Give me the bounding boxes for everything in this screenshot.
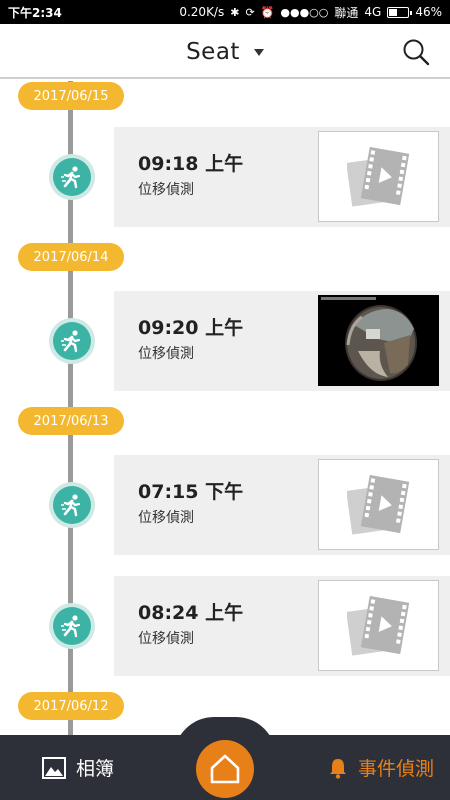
video-placeholder-icon bbox=[346, 595, 409, 656]
motion-badge bbox=[49, 482, 95, 528]
date-label: 2017/06/15 bbox=[18, 82, 124, 110]
event-thumbnail[interactable] bbox=[318, 131, 439, 222]
camera-snapshot[interactable] bbox=[318, 295, 439, 386]
event-time: 07:15 下午 bbox=[138, 481, 244, 503]
running-person-icon bbox=[53, 486, 91, 524]
signal-strength: ●●●○○ bbox=[280, 5, 329, 19]
device-title: Seat bbox=[186, 38, 240, 65]
bluetooth-icon: ✱ bbox=[230, 5, 240, 19]
bell-icon bbox=[329, 758, 346, 779]
home-button[interactable] bbox=[196, 740, 254, 798]
nav-album-label: 相簿 bbox=[76, 758, 115, 780]
running-person-icon bbox=[53, 322, 91, 360]
running-person-icon bbox=[53, 607, 91, 645]
video-placeholder-icon bbox=[346, 474, 409, 535]
battery-icon bbox=[387, 6, 413, 18]
event-card[interactable]: 09:20 上午 位移偵測 bbox=[114, 291, 450, 391]
battery-percent: 46% bbox=[415, 5, 442, 19]
dropdown-caret-icon bbox=[253, 49, 264, 56]
event-card[interactable]: 08:24 上午 位移偵測 bbox=[114, 576, 450, 676]
status-indicators: 0.20K/s ✱ ⟳ ⏰ ●●●○○ 聯通 4G 46% bbox=[179, 4, 442, 21]
app-header: Seat bbox=[0, 24, 450, 79]
motion-badge bbox=[49, 318, 95, 364]
battery-fill bbox=[389, 8, 398, 16]
fisheye-camera-image bbox=[318, 295, 439, 386]
motion-badge bbox=[49, 154, 95, 200]
video-placeholder-icon bbox=[346, 146, 409, 207]
alarm-icon: ⏰ bbox=[260, 5, 275, 19]
date-label: 2017/06/12 bbox=[18, 692, 124, 720]
date-label: 2017/06/13 bbox=[18, 407, 124, 435]
nav-events-button[interactable]: 事件偵測 bbox=[328, 754, 434, 781]
search-button[interactable] bbox=[402, 38, 430, 66]
event-card[interactable]: 09:18 上午 位移偵測 bbox=[114, 127, 450, 227]
status-bar: 下午2:34 0.20K/s ✱ ⟳ ⏰ ●●●○○ 聯通 4G 46% bbox=[0, 0, 450, 24]
event-type: 位移偵測 bbox=[138, 182, 194, 198]
home-icon bbox=[210, 754, 240, 784]
event-thumbnail[interactable] bbox=[318, 580, 439, 671]
nav-events-label: 事件偵測 bbox=[357, 758, 434, 780]
search-icon bbox=[403, 39, 430, 66]
rotation-icon: ⟳ bbox=[245, 5, 255, 19]
event-thumbnail[interactable] bbox=[318, 459, 439, 550]
carrier-name: 聯通 bbox=[334, 5, 359, 20]
date-label: 2017/06/14 bbox=[18, 243, 124, 271]
nav-album-button[interactable]: 相簿 bbox=[42, 754, 114, 781]
event-time: 09:20 上午 bbox=[138, 317, 244, 339]
event-type: 位移偵測 bbox=[138, 510, 194, 526]
event-time: 09:18 上午 bbox=[138, 153, 244, 175]
status-time: 下午2:34 bbox=[8, 5, 62, 20]
device-selector[interactable]: Seat bbox=[0, 24, 450, 79]
running-person-icon bbox=[53, 158, 91, 196]
network-speed: 0.20K/s bbox=[179, 5, 225, 19]
event-type: 位移偵測 bbox=[138, 631, 194, 647]
event-type: 位移偵測 bbox=[138, 346, 194, 362]
event-time: 08:24 上午 bbox=[138, 602, 244, 624]
motion-badge bbox=[49, 603, 95, 649]
image-icon bbox=[42, 756, 66, 779]
network-type: 4G bbox=[364, 5, 382, 19]
event-timeline[interactable]: 2017/06/15 09:18 上午 位移偵測 2017/06/14 09:2… bbox=[0, 81, 450, 735]
event-card[interactable]: 07:15 下午 位移偵測 bbox=[114, 455, 450, 555]
